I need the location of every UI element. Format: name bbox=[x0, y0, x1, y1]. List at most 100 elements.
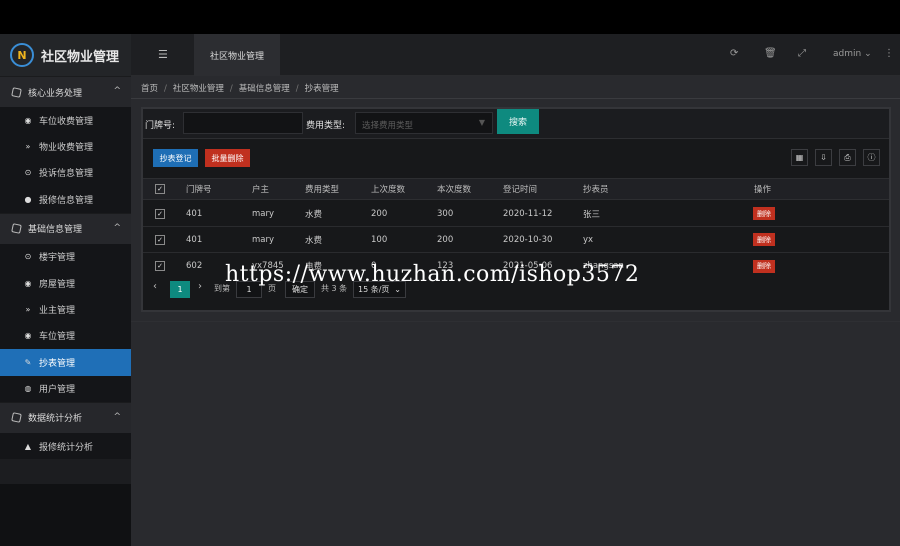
sidebar-item-property-fee[interactable]: » 物业收费管理 bbox=[0, 133, 131, 160]
main-content: 首页 / 社区物业管理 / 基础信息管理 / 抄表管理 门牌号: 费用类型: 选择费用类型 … bbox=[131, 76, 900, 546]
sidebar-item-buildings[interactable]: ⊙ 楼宇管理 bbox=[0, 243, 131, 270]
fee-type-select[interactable]: 选择费用类型 ▼ bbox=[355, 112, 493, 134]
batch-delete-button[interactable]: 批量删除 bbox=[205, 149, 250, 167]
cell-last: 200 bbox=[371, 208, 388, 219]
breadcrumb-item[interactable]: 基础信息管理 bbox=[239, 84, 290, 94]
door-label: 门牌号: bbox=[145, 121, 176, 131]
cell-door: 602 bbox=[186, 261, 203, 271]
sidebar-item-users[interactable]: ◍ 用户管理 bbox=[0, 375, 131, 402]
delete-label: 删除 bbox=[753, 233, 775, 246]
next-page-icon[interactable]: › bbox=[198, 281, 202, 292]
sidebar-group-stats[interactable]: 数据统计分析 ^ bbox=[0, 401, 131, 433]
delete-label: 删除 bbox=[753, 207, 775, 220]
sidebar-item-repairs[interactable]: ● 报修信息管理 bbox=[0, 186, 131, 213]
caret-down-icon: ▼ bbox=[478, 118, 485, 127]
row-checkbox[interactable]: ✓ bbox=[155, 227, 165, 252]
cell-door: 401 bbox=[186, 208, 203, 219]
column-header: 费用类型 bbox=[305, 185, 340, 195]
cell-last: 100 bbox=[371, 234, 388, 245]
sidebar-group-label: 基础信息管理 bbox=[28, 225, 83, 236]
delete-button[interactable]: 删除 bbox=[753, 227, 775, 252]
fee-type-placeholder: 选择费用类型 bbox=[362, 121, 414, 131]
page-number[interactable]: 1 bbox=[170, 281, 190, 298]
select-all-checkbox[interactable]: ✓ bbox=[155, 179, 165, 199]
cell-owner: mary bbox=[252, 208, 275, 219]
sidebar-item-meter[interactable]: ✎ 抄表管理 bbox=[0, 349, 131, 376]
columns-icon[interactable]: ▦ bbox=[791, 149, 808, 166]
table-row[interactable]: ✓ 401 mary 水费 200 300 2020-11-12 张三 删除 bbox=[143, 201, 889, 227]
sidebar-item-complaints[interactable]: ⊙ 投诉信息管理 bbox=[0, 159, 131, 187]
sidebar-item-label: 物业收费管理 bbox=[39, 143, 94, 154]
cell-reader: 张三 bbox=[583, 209, 601, 220]
chevron-up-icon: ^ bbox=[113, 411, 121, 422]
column-header: 门牌号 bbox=[186, 185, 212, 195]
column-header: 登记时间 bbox=[503, 185, 538, 195]
cell-date: 2020-11-12 bbox=[503, 208, 553, 219]
sidebar-group-basic[interactable]: 基础信息管理 ^ bbox=[0, 212, 131, 244]
delete-button[interactable]: 删除 bbox=[753, 201, 775, 226]
sidebar-item-repair-stats[interactable]: ▲ 报修统计分析 bbox=[0, 432, 131, 460]
sidebar-item-parking-fee[interactable]: ◉ 车位收费管理 bbox=[0, 107, 131, 134]
app-header: N 社区物业管理 ☰ 社区物业管理 ⟳ 🗑 ⤢ admin ⌄ ⋮ bbox=[0, 34, 900, 76]
sidebar-group-label: 数据统计分析 bbox=[28, 414, 83, 425]
tab-home[interactable]: 社区物业管理 bbox=[194, 34, 280, 76]
prev-page-icon[interactable]: ‹ bbox=[153, 281, 157, 292]
logo[interactable]: N 社区物业管理 bbox=[0, 34, 131, 76]
circle-icon: ● bbox=[24, 194, 32, 204]
sidebar-item-parking[interactable]: ◉ 车位管理 bbox=[0, 322, 131, 350]
fee-type-label: 费用类型: bbox=[306, 121, 346, 131]
menu-toggle-icon[interactable]: ☰ bbox=[158, 48, 168, 61]
cell-owner: mary bbox=[252, 234, 275, 245]
register-button[interactable]: 抄表登记 bbox=[153, 149, 198, 167]
sidebar-footer bbox=[0, 484, 131, 546]
cell-type: 水费 bbox=[305, 209, 323, 220]
print-icon[interactable]: ⎙ bbox=[839, 149, 856, 166]
export-icon[interactable]: ⇩ bbox=[815, 149, 832, 166]
row-checkbox[interactable]: ✓ bbox=[155, 201, 165, 226]
cell-current: 200 bbox=[437, 234, 454, 245]
sidebar-item-label: 房屋管理 bbox=[39, 279, 76, 290]
sidebar-item-label: 用户管理 bbox=[39, 385, 76, 396]
more-icon[interactable]: ⋮ bbox=[884, 48, 894, 59]
delete-label: 删除 bbox=[753, 259, 775, 273]
logo-icon: N bbox=[10, 43, 34, 67]
sidebar-item-label: 楼宇管理 bbox=[39, 253, 76, 264]
sidebar-item-label: 报修信息管理 bbox=[39, 195, 94, 206]
delete-button[interactable]: 删除 bbox=[753, 253, 775, 279]
fullscreen-icon[interactable]: ⤢ bbox=[798, 48, 806, 59]
sidebar-item-label: 车位管理 bbox=[39, 332, 76, 343]
sidebar-group-label: 核心业务处理 bbox=[28, 88, 83, 99]
chevron-up-icon: ^ bbox=[113, 222, 121, 233]
toolbar: 抄表登记 批量删除 ▦ ⇩ ⎙ ⓘ bbox=[143, 145, 889, 171]
target-icon: ⊙ bbox=[24, 252, 32, 262]
dashboard-icon: ◉ bbox=[24, 278, 32, 288]
trash-icon[interactable]: 🗑 bbox=[764, 48, 777, 59]
user-menu[interactable]: admin ⌄ bbox=[833, 49, 872, 59]
table-row[interactable]: ✓ 401 mary 水费 100 200 2020-10-30 yx 删除 bbox=[143, 227, 889, 253]
edit-icon: ✎ bbox=[24, 357, 32, 367]
empty-area bbox=[131, 321, 900, 546]
group-icon bbox=[11, 412, 22, 424]
row-checkbox[interactable]: ✓ bbox=[155, 253, 165, 279]
sidebar-item-label: 报修统计分析 bbox=[39, 442, 94, 453]
sidebar: 核心业务处理 ^ ◉ 车位收费管理 » 物业收费管理 ⊙ 投诉信息管理 ● 报修信息管理… bbox=[0, 76, 131, 484]
breadcrumb-item[interactable]: 首页 bbox=[141, 84, 158, 94]
group-icon bbox=[11, 223, 22, 234]
sidebar-item-houses[interactable]: ◉ 房屋管理 bbox=[0, 269, 131, 297]
sidebar-item-owners[interactable]: » 业主管理 bbox=[0, 296, 131, 323]
door-number-input[interactable] bbox=[183, 112, 303, 134]
divider bbox=[131, 98, 900, 99]
breadcrumb: 首页 / 社区物业管理 / 基础信息管理 / 抄表管理 bbox=[141, 84, 339, 94]
target-icon: ⊙ bbox=[24, 168, 32, 178]
dashboard-icon: ◉ bbox=[24, 115, 32, 125]
chevron-up-icon: ^ bbox=[113, 86, 121, 96]
group-icon bbox=[11, 86, 22, 98]
refresh-icon[interactable]: ⟳ bbox=[730, 48, 738, 59]
breadcrumb-item[interactable]: 社区物业管理 bbox=[173, 84, 224, 94]
sidebar-item-label: 业主管理 bbox=[39, 306, 76, 317]
cell-type: 水费 bbox=[305, 235, 323, 246]
info-icon[interactable]: ⓘ bbox=[863, 149, 880, 166]
sidebar-group-core[interactable]: 核心业务处理 ^ bbox=[0, 76, 131, 107]
search-button[interactable]: 搜索 bbox=[497, 109, 539, 134]
chevron-down-icon: ⌄ bbox=[864, 49, 872, 59]
